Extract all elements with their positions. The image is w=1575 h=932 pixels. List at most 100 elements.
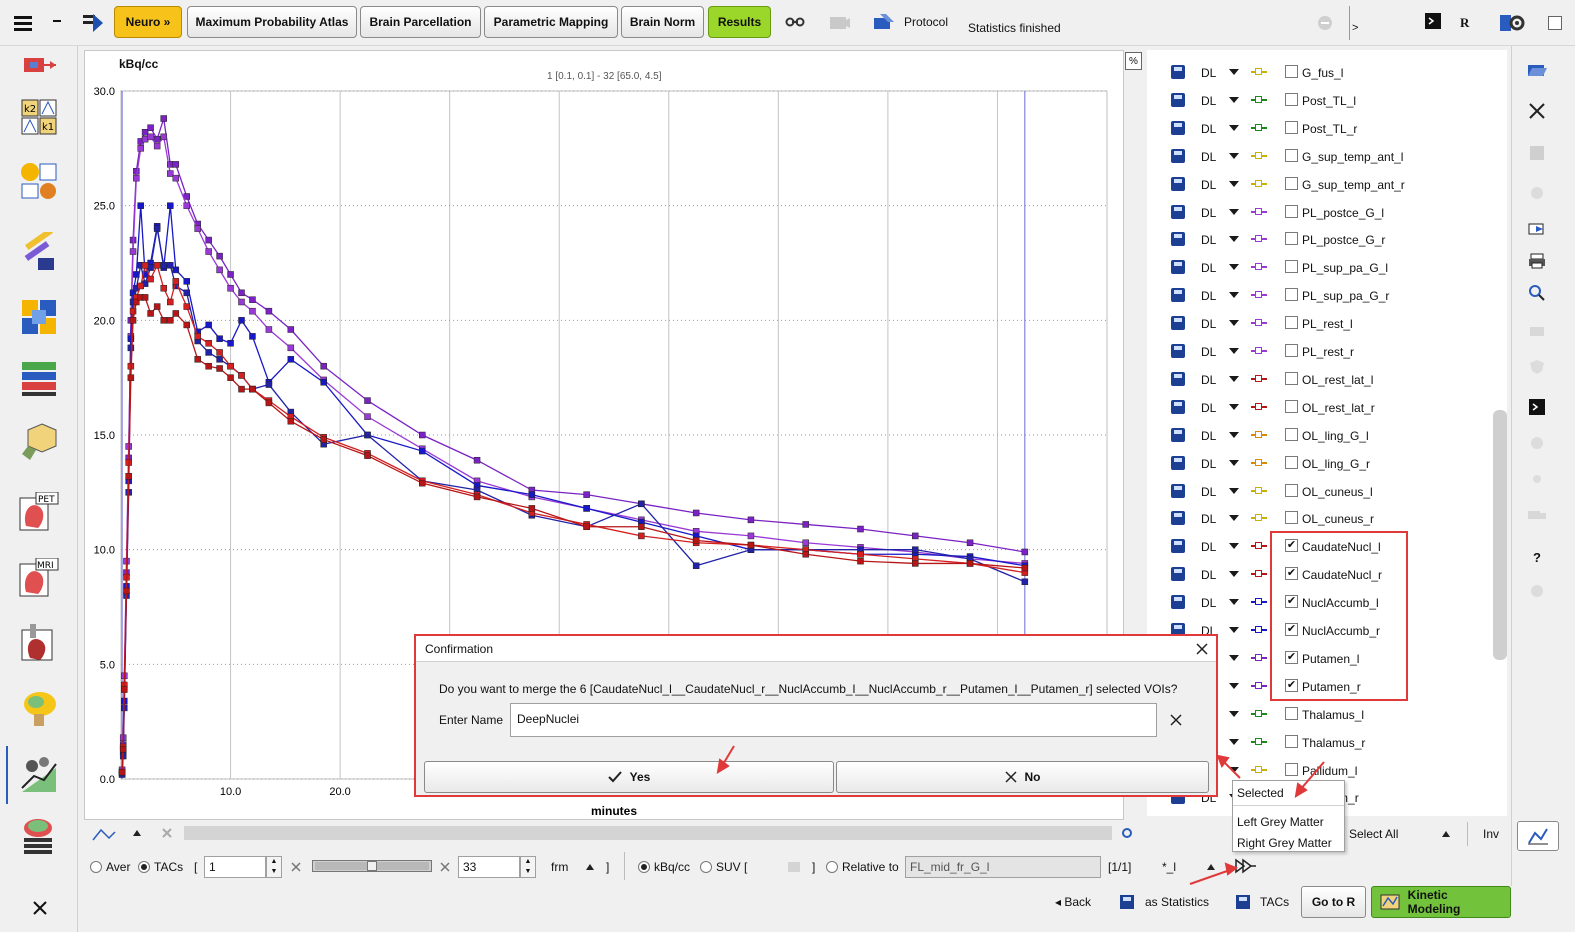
popup-item-right-grey-matter[interactable]: Right Grey Matter (1237, 836, 1332, 850)
voi-row[interactable]: DL G_fus_l (1147, 58, 1497, 86)
voi-dropdown-icon[interactable] (1229, 292, 1239, 299)
save-voi-icon[interactable] (1171, 92, 1185, 107)
tab-maximum-probability-atlas[interactable]: Maximum Probability Atlas (187, 6, 357, 38)
up-arrow-icon[interactable] (130, 826, 144, 840)
voi-color-swatch[interactable] (1251, 123, 1267, 131)
voi-color-swatch[interactable] (1251, 737, 1267, 745)
print-icon[interactable] (1526, 250, 1548, 272)
chart-view-button[interactable] (1517, 821, 1559, 851)
save-voi-icon[interactable] (1171, 288, 1185, 303)
brain-icon[interactable] (18, 688, 60, 728)
voi-color-swatch[interactable] (1251, 486, 1267, 494)
heart-icon[interactable] (18, 622, 60, 662)
voi-row[interactable]: DL OL_cuneus_r (1147, 504, 1497, 532)
tab-neuro[interactable]: Neuro » (114, 6, 182, 38)
voi-color-swatch[interactable] (1251, 95, 1267, 103)
percent-button[interactable]: % (1125, 52, 1142, 70)
voi-color-swatch[interactable] (1251, 263, 1267, 271)
save-voi-icon[interactable] (1171, 260, 1185, 275)
pet-icon[interactable]: PET (18, 491, 60, 532)
export-icon[interactable] (1526, 218, 1548, 240)
window-restore-icon[interactable] (1548, 16, 1562, 30)
voi-dropdown-icon[interactable] (1229, 599, 1239, 606)
voi-dropdown-icon[interactable] (1229, 543, 1239, 550)
voi-dropdown-icon[interactable] (1229, 766, 1239, 773)
to-frame-spinner[interactable]: ▲ ▼ (520, 856, 536, 878)
mri-icon[interactable]: MRI (18, 557, 60, 598)
save-as-statistics-button[interactable]: as Statistics (1145, 895, 1209, 909)
voi-dropdown-icon[interactable] (1229, 627, 1239, 633)
voi-color-swatch[interactable] (1251, 542, 1267, 550)
voi-checkbox[interactable] (1285, 148, 1298, 162)
voi-row[interactable]: DL PL_rest_r (1147, 337, 1497, 365)
voi-color-swatch[interactable] (1251, 151, 1267, 159)
voi-checkbox[interactable] (1285, 232, 1298, 246)
voi-dropdown-icon[interactable] (1229, 264, 1239, 271)
voi-color-swatch[interactable] (1251, 598, 1267, 606)
save-voi-icon[interactable] (1171, 595, 1185, 610)
results-tool-icon[interactable] (18, 754, 60, 794)
voi-row[interactable]: DL PL_sup_pa_G_l (1147, 253, 1497, 281)
frm-up-icon[interactable] (584, 861, 596, 873)
save-voi-icon[interactable] (1171, 176, 1185, 191)
voi-row[interactable]: DL OL_ling_G_l (1147, 421, 1497, 449)
save-voi-icon[interactable] (1171, 232, 1185, 247)
voi-color-swatch[interactable] (1251, 653, 1267, 661)
voi-checkbox[interactable] (1285, 204, 1298, 218)
voi-dropdown-icon[interactable] (1229, 96, 1239, 103)
voi-color-swatch[interactable] (1251, 709, 1267, 717)
merge-vois-icon[interactable] (1234, 856, 1258, 876)
voi-color-swatch[interactable] (1251, 347, 1267, 354)
voi-color-swatch[interactable] (1251, 514, 1267, 522)
save-voi-icon[interactable] (1171, 65, 1185, 79)
cube-tool-icon[interactable] (18, 420, 60, 460)
console-icon[interactable] (1526, 396, 1548, 418)
voi-checkbox[interactable] (1285, 316, 1298, 330)
voi-color-swatch[interactable] (1251, 374, 1267, 382)
minimize-icon[interactable] (50, 14, 64, 28)
save-tacs-button[interactable]: TACs (1260, 895, 1289, 909)
voi-row[interactable]: DL OL_cuneus_l (1147, 477, 1497, 505)
horizontal-scrollbar[interactable] (184, 826, 1112, 840)
puzzle-icon[interactable] (18, 296, 60, 336)
open-folder-icon[interactable] (1526, 58, 1548, 80)
save-voi-icon[interactable] (1171, 344, 1185, 358)
back-button[interactable]: ◂ Back (1055, 895, 1091, 909)
voi-checkbox[interactable] (1285, 120, 1298, 134)
voi-checkbox[interactable] (1285, 371, 1298, 385)
to-frame-input[interactable]: 33 (458, 856, 520, 878)
kinetic-model-icon[interactable]: k2 k1 (18, 98, 60, 138)
relative-to-select[interactable]: FL_mid_fr_G_l (905, 856, 1101, 878)
voi-checkbox[interactable] (1285, 65, 1298, 78)
voi-checkbox[interactable] (1285, 344, 1298, 357)
curve-icon[interactable] (90, 824, 118, 844)
camera-small-icon[interactable] (1120, 826, 1134, 840)
save-tacs-icon[interactable] (1235, 894, 1251, 910)
dialog-close-icon[interactable] (1194, 641, 1210, 657)
voi-color-swatch[interactable] (1251, 570, 1267, 578)
voi-dropdown-icon[interactable] (1229, 124, 1239, 131)
filter-up-icon[interactable] (1205, 861, 1217, 873)
voi-dropdown-icon[interactable] (1229, 459, 1239, 466)
voi-checkbox[interactable] (1285, 92, 1298, 106)
voi-dropdown-icon[interactable] (1229, 348, 1239, 354)
popup-item-selected[interactable]: Selected (1237, 786, 1284, 800)
aver-radio[interactable]: Aver (90, 860, 130, 874)
voi-row[interactable]: DL Post_TL_l (1147, 86, 1497, 114)
r-button[interactable]: R (1460, 15, 1469, 31)
voi-row[interactable]: DL Post_TL_r (1147, 114, 1497, 142)
menu-icon[interactable] (12, 12, 34, 34)
arrow-right-icon[interactable] (80, 10, 106, 36)
voi-checkbox[interactable] (1285, 427, 1298, 441)
from-frame-input[interactable]: 1 (204, 856, 266, 878)
popup-item-left-grey-matter[interactable]: Left Grey Matter (1237, 815, 1324, 829)
voi-checkbox[interactable] (1285, 455, 1298, 469)
voi-color-swatch[interactable] (1251, 68, 1267, 75)
voi-row[interactable]: DL OL_rest_lat_r (1147, 393, 1497, 421)
tool-input-icon[interactable] (18, 52, 60, 92)
cut-icon[interactable] (1526, 100, 1548, 122)
tacs-radio[interactable]: TACs (138, 860, 183, 874)
protocol-label[interactable]: Protocol (904, 15, 948, 29)
relative-to-radio[interactable]: Relative to (826, 860, 899, 874)
tab-brain-parcellation[interactable]: Brain Parcellation (360, 6, 481, 38)
